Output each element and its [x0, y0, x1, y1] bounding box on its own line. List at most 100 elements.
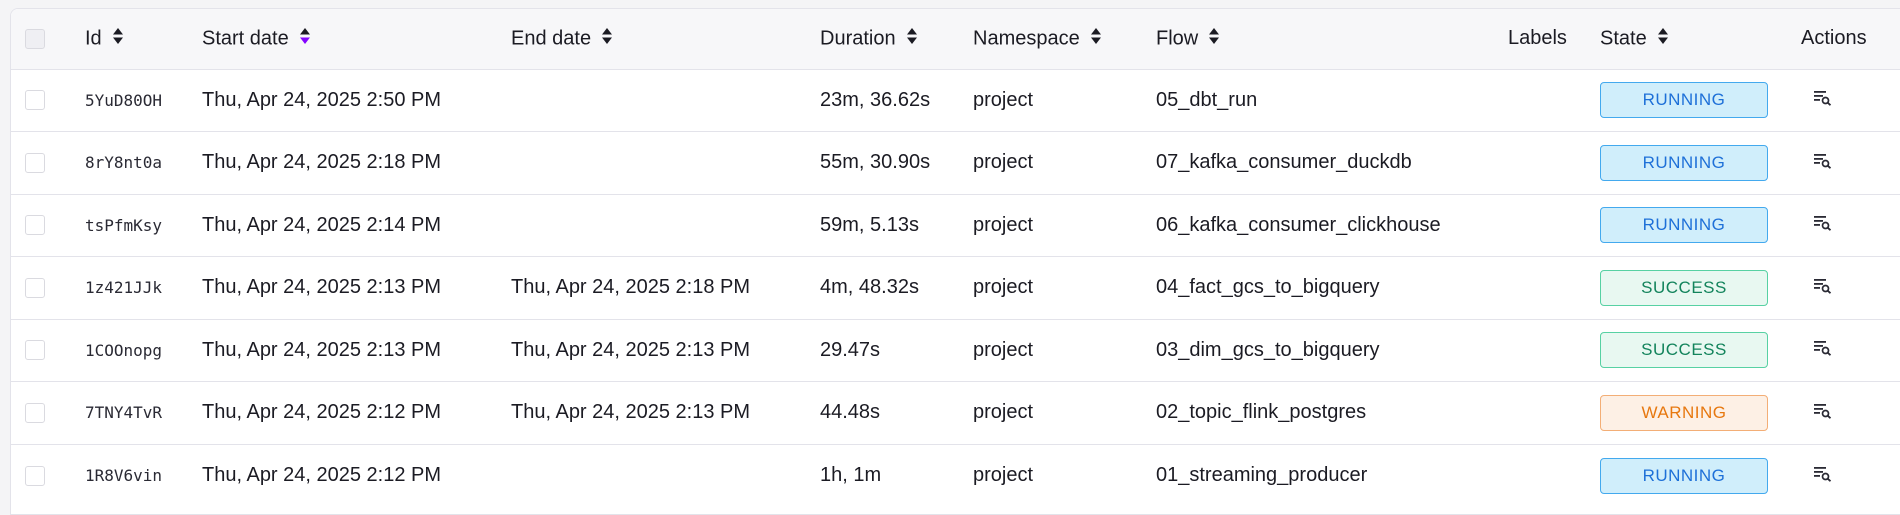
state-cell: SUCCESS — [1600, 318, 1801, 382]
row-checkbox[interactable] — [25, 277, 45, 298]
namespace[interactable]: project — [973, 381, 1156, 444]
status-badge[interactable]: WARNING — [1600, 394, 1768, 431]
state-cell: SUCCESS — [1600, 256, 1801, 319]
table-row[interactable]: 1COOnopg Thu, Apr 24, 2025 2:13 PM Thu, … — [11, 318, 1900, 382]
row-select-cell — [11, 443, 85, 507]
column-header-label: End date — [511, 27, 592, 50]
execution-id[interactable]: 1R8V6vin — [85, 443, 202, 507]
actions-cell — [1801, 131, 1900, 194]
execution-id[interactable]: 1COOnopg — [85, 318, 202, 382]
state-cell: RUNNING — [1600, 443, 1801, 507]
column-header-state[interactable]: State — [1600, 9, 1801, 69]
duration: 44.48s — [820, 381, 973, 444]
end-date — [511, 68, 820, 132]
row-select-cell — [11, 131, 85, 194]
column-header-end-date[interactable]: End date — [511, 9, 820, 69]
row-checkbox[interactable] — [25, 402, 45, 423]
sort-icon[interactable] — [112, 27, 124, 51]
flow-name[interactable]: 04_fact_gcs_to_bigquery — [1156, 256, 1508, 319]
status-badge[interactable]: RUNNING — [1600, 457, 1768, 494]
column-header-label: Start date — [202, 27, 289, 50]
start-date: Thu, Apr 24, 2025 2:18 PM — [202, 131, 511, 194]
actions-cell — [1801, 381, 1900, 444]
logs-search-icon[interactable] — [1813, 464, 1833, 488]
sort-icon[interactable] — [601, 27, 613, 51]
flow-name[interactable]: 03_dim_gcs_to_bigquery — [1156, 318, 1508, 382]
column-header-label: Flow — [1156, 27, 1199, 50]
namespace[interactable]: project — [973, 318, 1156, 382]
column-header-start-date[interactable]: Start date — [202, 9, 511, 69]
row-checkbox[interactable] — [25, 465, 45, 486]
end-date: Thu, Apr 24, 2025 2:18 PM — [511, 256, 820, 319]
table-row[interactable]: 8rY8nt0a Thu, Apr 24, 2025 2:18 PM 55m, … — [11, 131, 1900, 194]
row-checkbox[interactable] — [25, 152, 45, 173]
logs-search-icon[interactable] — [1813, 338, 1833, 362]
column-header-id[interactable]: Id — [85, 9, 202, 69]
row-checkbox[interactable] — [25, 90, 45, 111]
actions-cell — [1801, 256, 1900, 319]
column-header-namespace[interactable]: Namespace — [973, 9, 1156, 69]
table-row[interactable]: tsPfmKsy Thu, Apr 24, 2025 2:14 PM 59m, … — [11, 193, 1900, 257]
sort-icon[interactable] — [1090, 27, 1102, 51]
duration: 55m, 30.90s — [820, 131, 973, 194]
table-row[interactable]: 1R8V6vin Thu, Apr 24, 2025 2:12 PM 1h, 1… — [11, 443, 1900, 507]
column-header-label: Actions — [1801, 27, 1867, 50]
status-badge[interactable]: RUNNING — [1600, 207, 1768, 244]
sort-icon[interactable] — [1208, 27, 1220, 51]
column-header-label: State — [1600, 27, 1647, 50]
flow-name[interactable]: 05_dbt_run — [1156, 68, 1508, 132]
logs-search-icon[interactable] — [1813, 151, 1833, 175]
table-row[interactable]: 7TNY4TvR Thu, Apr 24, 2025 2:12 PM Thu, … — [11, 381, 1900, 444]
table-row[interactable]: 5YuD80OH Thu, Apr 24, 2025 2:50 PM 23m, … — [11, 68, 1900, 132]
labels-cell — [1508, 193, 1600, 257]
flow-name[interactable]: 07_kafka_consumer_duckdb — [1156, 131, 1508, 194]
duration: 4m, 48.32s — [820, 256, 973, 319]
actions-cell — [1801, 68, 1900, 132]
execution-id[interactable]: 1z421JJk — [85, 256, 202, 319]
labels-cell — [1508, 443, 1600, 507]
flow-name[interactable]: 06_kafka_consumer_clickhouse — [1156, 193, 1508, 257]
column-header-flow[interactable]: Flow — [1156, 9, 1508, 69]
table-row[interactable]: 1z421JJk Thu, Apr 24, 2025 2:13 PM Thu, … — [11, 256, 1900, 319]
row-checkbox[interactable] — [25, 340, 45, 361]
column-header-label: Labels — [1508, 27, 1567, 50]
logs-search-icon[interactable] — [1813, 276, 1833, 300]
namespace[interactable]: project — [973, 443, 1156, 507]
execution-id[interactable]: 7TNY4TvR — [85, 381, 202, 444]
execution-id[interactable]: 5YuD80OH — [85, 68, 202, 132]
row-checkbox[interactable] — [25, 215, 45, 236]
logs-search-icon[interactable] — [1813, 401, 1833, 425]
executions-table-container: Id Start date End date Duration Namespac… — [10, 8, 1900, 515]
labels-cell — [1508, 256, 1600, 319]
duration: 23m, 36.62s — [820, 68, 973, 132]
duration: 59m, 5.13s — [820, 193, 973, 257]
logs-search-icon[interactable] — [1813, 213, 1833, 237]
column-header-duration[interactable]: Duration — [820, 9, 973, 69]
state-cell: RUNNING — [1600, 193, 1801, 257]
select-all-checkbox[interactable] — [25, 28, 45, 49]
status-badge[interactable]: RUNNING — [1600, 144, 1768, 181]
flow-name[interactable]: 01_streaming_producer — [1156, 443, 1508, 507]
namespace[interactable]: project — [973, 131, 1156, 194]
row-select-cell — [11, 68, 85, 132]
status-badge[interactable]: RUNNING — [1600, 82, 1768, 119]
namespace[interactable]: project — [973, 193, 1156, 257]
namespace[interactable]: project — [973, 256, 1156, 319]
actions-cell — [1801, 443, 1900, 507]
executions-table: Id Start date End date Duration Namespac… — [11, 9, 1900, 507]
end-date: Thu, Apr 24, 2025 2:13 PM — [511, 381, 820, 444]
state-cell: RUNNING — [1600, 68, 1801, 132]
sort-icon[interactable] — [1657, 27, 1669, 51]
namespace[interactable]: project — [973, 68, 1156, 132]
table-body: 5YuD80OH Thu, Apr 24, 2025 2:50 PM 23m, … — [11, 68, 1900, 507]
flow-name[interactable]: 02_topic_flink_postgres — [1156, 381, 1508, 444]
status-badge[interactable]: SUCCESS — [1600, 332, 1768, 369]
sort-icon[interactable] — [906, 27, 918, 51]
start-date: Thu, Apr 24, 2025 2:12 PM — [202, 443, 511, 507]
row-select-cell — [11, 318, 85, 382]
sort-active-icon[interactable] — [299, 27, 311, 51]
execution-id[interactable]: 8rY8nt0a — [85, 131, 202, 194]
status-badge[interactable]: SUCCESS — [1600, 269, 1768, 306]
execution-id[interactable]: tsPfmKsy — [85, 193, 202, 257]
logs-search-icon[interactable] — [1813, 88, 1833, 112]
